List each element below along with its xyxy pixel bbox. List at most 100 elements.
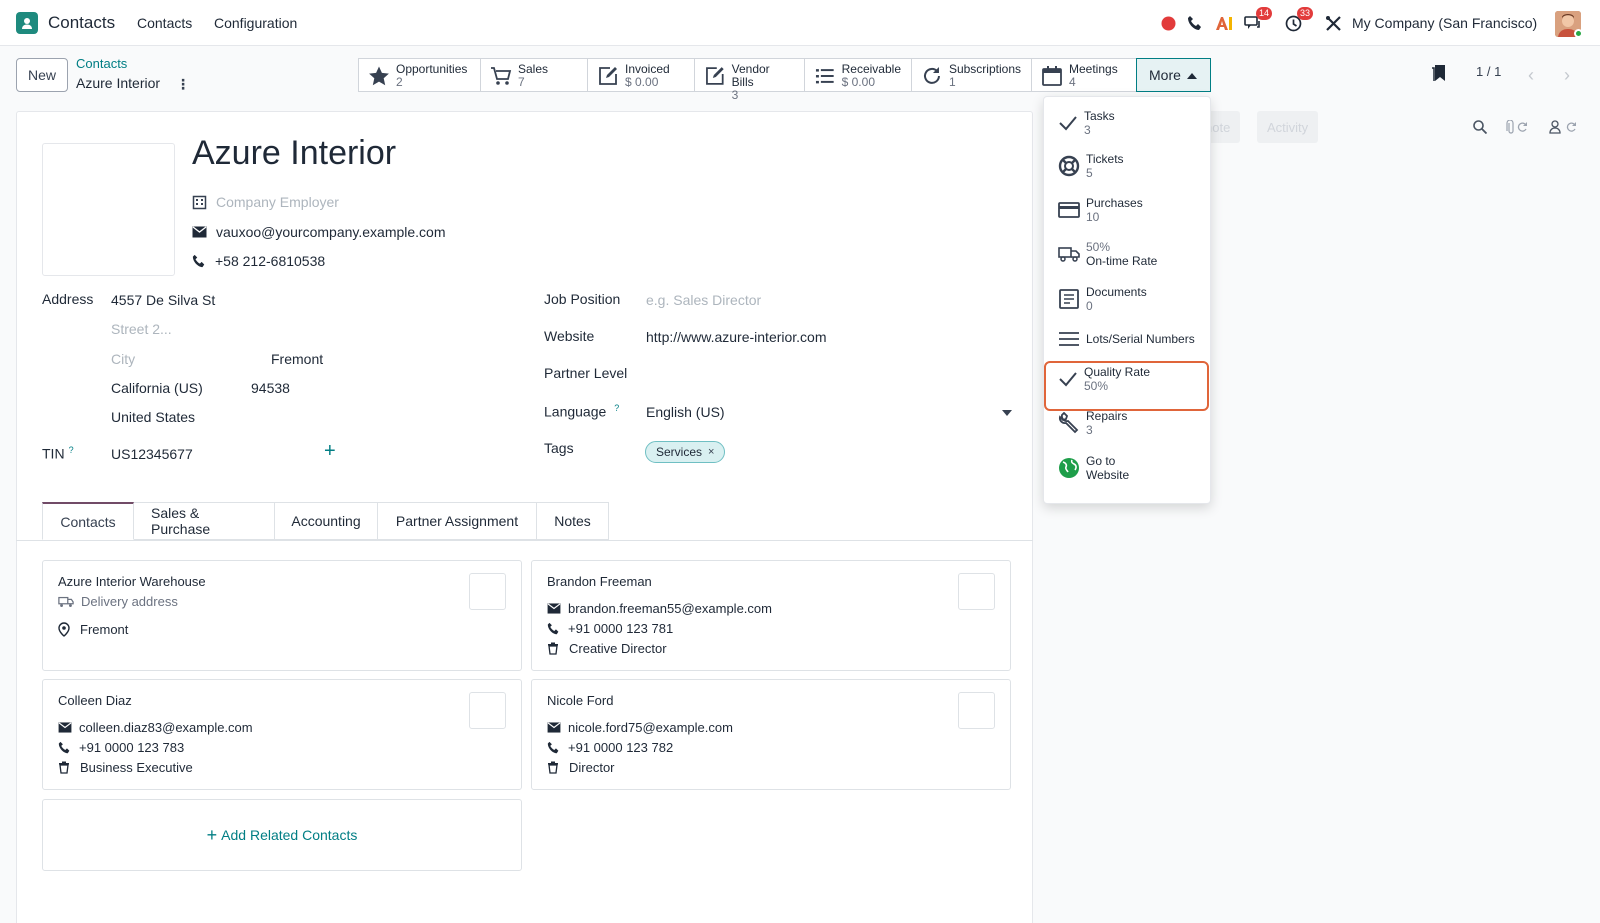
tab-partner-assignment[interactable]: Partner Assignment xyxy=(378,502,537,540)
contact-card[interactable]: Brandon Freeman brandon.freeman55@exampl… xyxy=(531,560,1011,671)
phone-icon[interactable] xyxy=(1187,14,1203,32)
tin-label-text: TIN xyxy=(42,445,65,462)
partner-image[interactable] xyxy=(42,143,175,276)
company-switcher[interactable]: My Company (San Francisco) xyxy=(1352,15,1537,31)
tin-input[interactable]: US12345677 xyxy=(111,446,193,462)
tab-accounting[interactable]: Accounting xyxy=(275,502,378,540)
menu-contacts[interactable]: Contacts xyxy=(137,15,192,31)
menu-item-tasks[interactable]: Tasks 3 xyxy=(1044,109,1212,137)
tag-label: Services xyxy=(656,445,703,459)
tin-label: TIN? xyxy=(42,445,74,462)
contact-email: nicole.ford75@example.com xyxy=(568,720,733,735)
menu-item-purchases[interactable]: Purchases 10 xyxy=(1044,196,1212,224)
list-icon xyxy=(815,69,834,84)
company-field[interactable]: Company Employer xyxy=(192,194,339,210)
calendar-icon xyxy=(1042,66,1062,86)
attachment-icon[interactable] xyxy=(1504,120,1530,134)
street-input[interactable]: 4557 De Silva St xyxy=(111,292,215,308)
search-icon[interactable] xyxy=(1473,120,1487,134)
menu-item-label: Tickets xyxy=(1086,152,1124,166)
email-field[interactable]: vauxoo@yourcompany.example.com xyxy=(192,224,446,240)
vendor-bills-button[interactable]: Vendor Bills 3 xyxy=(694,58,804,102)
contact-image xyxy=(958,692,995,729)
ai-icon[interactable] xyxy=(1215,14,1233,32)
phone-icon xyxy=(192,254,205,268)
invoiced-button[interactable]: Invoiced $ 0.00 xyxy=(587,58,694,92)
contact-image xyxy=(958,573,995,610)
online-status-indicator xyxy=(1574,29,1583,38)
contact-email: colleen.diaz83@example.com xyxy=(79,720,253,735)
sales-button[interactable]: Sales 7 xyxy=(480,58,587,92)
menu-item-lots-serial-numbers[interactable]: Lots/Serial Numbers xyxy=(1044,329,1212,349)
bookmark-icon[interactable] xyxy=(1431,64,1447,82)
contacts-app-icon[interactable] xyxy=(16,12,38,34)
language-help-icon[interactable]: ? xyxy=(614,403,619,413)
language-select[interactable]: English (US) xyxy=(646,404,725,420)
messages-icon[interactable]: 14 xyxy=(1244,7,1273,32)
zip-input[interactable]: 94538 xyxy=(251,380,290,396)
contact-card[interactable]: Azure Interior Warehouse Delivery addres… xyxy=(42,560,522,671)
add-related-contacts-button[interactable]: + Add Related Contacts xyxy=(42,799,522,871)
contact-name: Colleen Diaz xyxy=(58,693,132,708)
app-title[interactable]: Contacts xyxy=(48,13,115,33)
menu-item-repairs[interactable]: Repairs 3 xyxy=(1044,409,1212,437)
receivable-button[interactable]: Receivable $ 0.00 xyxy=(804,58,911,92)
tab-sales-purchase[interactable]: Sales & Purchase xyxy=(134,502,275,540)
breadcrumb-contacts[interactable]: Contacts xyxy=(76,56,127,71)
contact-job: Director xyxy=(569,760,615,775)
tag-remove-icon[interactable]: × xyxy=(708,446,714,458)
tab-contacts[interactable]: Contacts xyxy=(42,502,134,540)
menu-item-on-time-rate[interactable]: 50% On-time Rate xyxy=(1044,240,1212,268)
tag-services[interactable]: Services × xyxy=(645,441,726,463)
followers-icon[interactable] xyxy=(1549,120,1579,134)
pager-next-button[interactable]: › xyxy=(1550,58,1584,92)
plus-icon[interactable]: + xyxy=(324,440,336,463)
debug-tools-icon[interactable] xyxy=(1325,14,1342,32)
credit-card-icon xyxy=(1058,202,1080,218)
tab-notes[interactable]: Notes xyxy=(537,502,609,540)
contact-card[interactable]: Colleen Diaz colleen.diaz83@example.com … xyxy=(42,679,522,790)
menu-item-value: 5 xyxy=(1086,166,1093,180)
job-position-input[interactable]: e.g. Sales Director xyxy=(646,292,761,308)
menu-item-tickets[interactable]: Tickets 5 xyxy=(1044,152,1212,180)
meetings-button[interactable]: Meetings 4 xyxy=(1031,58,1136,92)
phone-field[interactable]: +58 212-6810538 xyxy=(192,253,325,269)
activities-badge: 33 xyxy=(1297,7,1314,20)
new-button[interactable]: New xyxy=(16,58,68,92)
country-input[interactable]: United States xyxy=(111,409,195,425)
more-label: More xyxy=(1149,67,1181,83)
breadcrumb-current: Azure Interior xyxy=(76,75,161,91)
city-input[interactable]: Fremont xyxy=(271,351,323,367)
stat-value: $ 0.00 xyxy=(625,75,659,89)
contact-image xyxy=(469,573,506,610)
envelope-icon xyxy=(192,226,207,238)
actions-menu-icon[interactable]: ⋮ xyxy=(176,76,190,93)
street2-input[interactable]: Street 2... xyxy=(111,321,172,337)
envelope-icon xyxy=(58,722,72,733)
website-input[interactable]: http://www.azure-interior.com xyxy=(646,329,827,345)
tags-label: Tags xyxy=(544,440,574,456)
menu-configuration[interactable]: Configuration xyxy=(214,15,297,31)
pager-value[interactable]: 1 / 1 xyxy=(1476,64,1501,79)
city-placeholder[interactable]: City xyxy=(111,351,135,367)
opportunities-button[interactable]: Opportunities 2 xyxy=(358,58,480,92)
more-button[interactable]: More xyxy=(1136,58,1211,92)
pager-previous-button[interactable]: ‹ xyxy=(1514,58,1548,92)
record-icon[interactable] xyxy=(1161,14,1176,32)
caret-down-icon[interactable] xyxy=(1002,410,1012,416)
activities-icon[interactable]: 33 xyxy=(1285,7,1314,32)
truck-icon xyxy=(1058,247,1080,262)
menu-item-go-to-website[interactable]: Go to Website xyxy=(1044,454,1212,482)
menu-item-documents[interactable]: Documents 0 xyxy=(1044,285,1212,313)
phone-value: +58 212-6810538 xyxy=(215,253,326,269)
stat-value: 7 xyxy=(518,75,525,89)
state-input[interactable]: California (US) xyxy=(111,380,203,396)
activity-button[interactable]: Activity xyxy=(1257,111,1319,143)
contact-city: Fremont xyxy=(80,622,129,637)
subscriptions-button[interactable]: Subscriptions 1 xyxy=(911,58,1031,92)
globe-icon xyxy=(1059,458,1079,478)
partner-name[interactable]: Azure Interior xyxy=(192,134,396,173)
address-label: Address xyxy=(42,291,94,307)
contact-card[interactable]: Nicole Ford nicole.ford75@example.com +9… xyxy=(531,679,1011,790)
tin-help-icon[interactable]: ? xyxy=(69,445,74,455)
